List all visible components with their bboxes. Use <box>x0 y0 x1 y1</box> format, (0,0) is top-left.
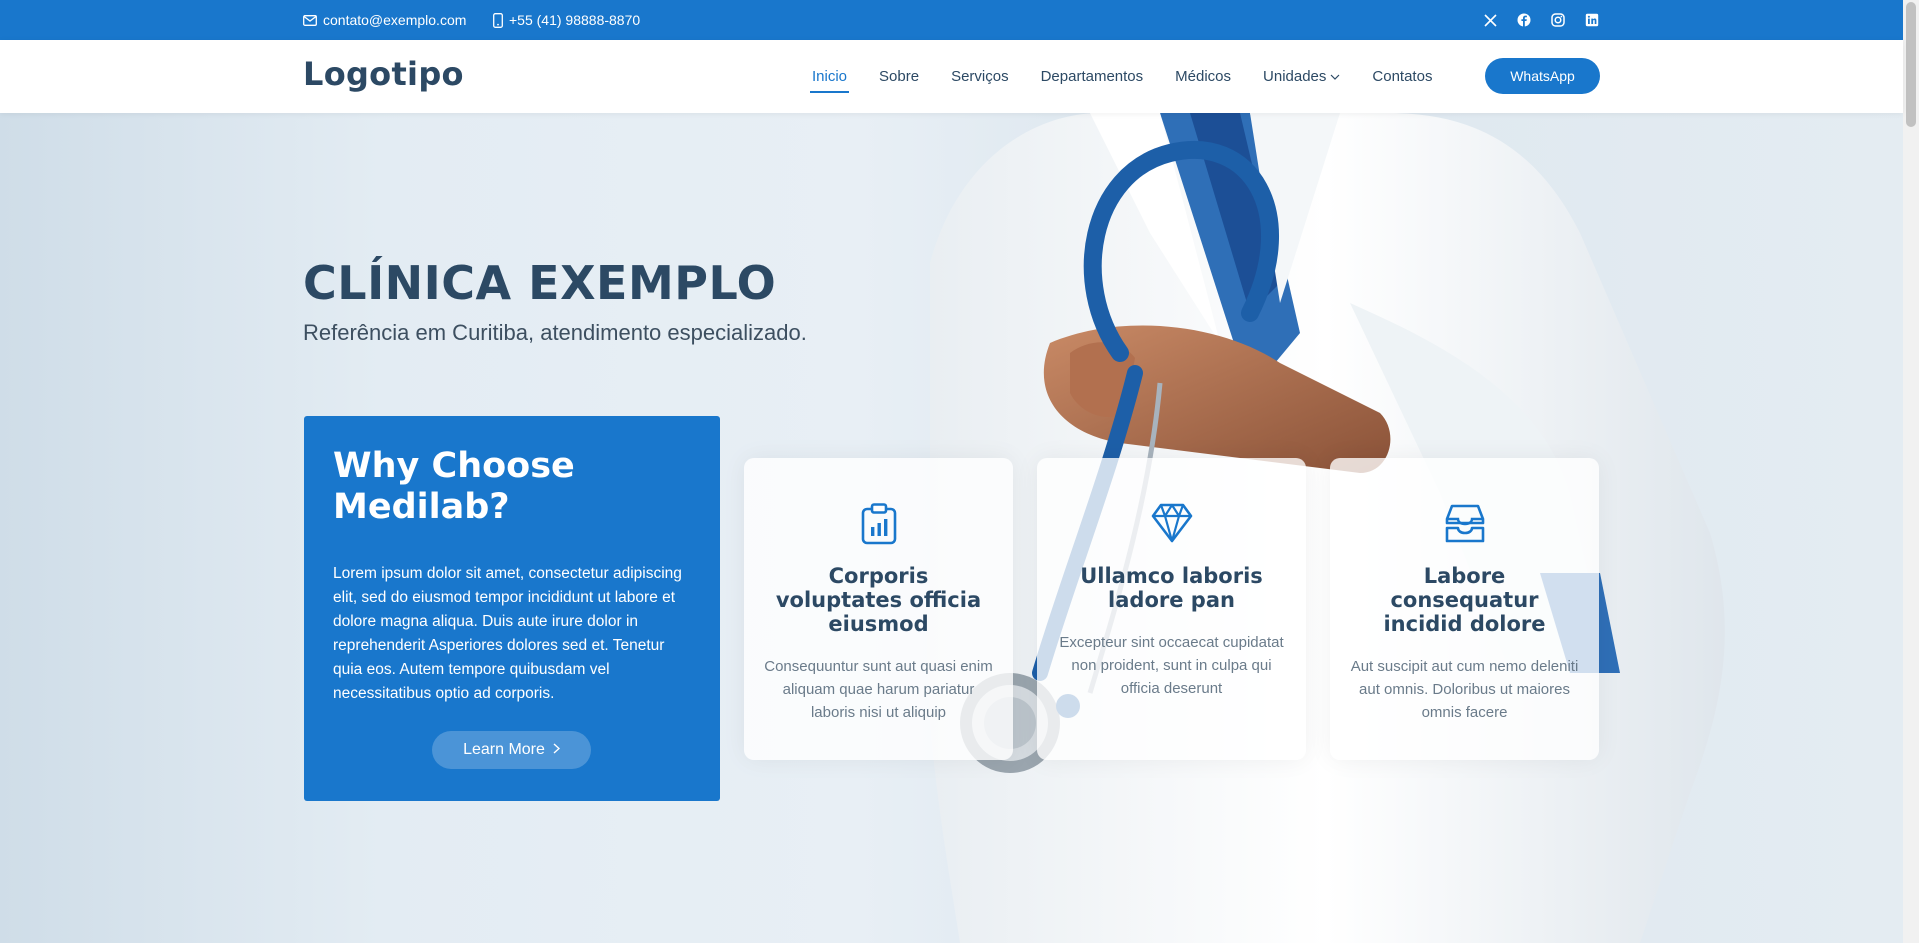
nav-inicio[interactable]: Inicio <box>809 68 850 93</box>
feature-card: Corporis voluptates officia eiusmod Cons… <box>744 458 1013 760</box>
hero-subtitle: Referência em Curitiba, atendimento espe… <box>303 320 807 345</box>
phone-contact[interactable]: +55 (41) 98888-8870 <box>493 0 640 40</box>
hero-title: CLÍNICA EXEMPLO <box>303 256 777 310</box>
phone-text: +55 (41) 98888-8870 <box>509 12 641 28</box>
card-title: Ullamco laboris ladore pan <box>1080 564 1263 612</box>
nav-sobre[interactable]: Sobre <box>879 68 919 85</box>
chevron-right-icon <box>553 741 560 759</box>
clipboard-data-icon <box>861 503 896 545</box>
phone-icon <box>493 12 503 28</box>
card-title: Corporis voluptates officia eiusmod <box>775 564 982 636</box>
page-scrollbar[interactable] <box>1903 0 1919 943</box>
nav-unidades[interactable]: Unidades <box>1263 68 1340 85</box>
why-choose-box: Why Choose Medilab? Lorem ipsum dolor si… <box>304 416 720 801</box>
learn-more-button[interactable]: Learn More <box>432 731 591 769</box>
topbar: contato@exemplo.com +55 (41) 98888-8870 <box>0 0 1903 40</box>
nav-contatos[interactable]: Contatos <box>1372 68 1432 85</box>
card-text: Excepteur sint occaecat cupidatat non pr… <box>1059 634 1284 697</box>
whatsapp-button[interactable]: WhatsApp <box>1485 58 1600 94</box>
header: Logotipo Inicio Sobre Serviços Departame… <box>0 40 1903 113</box>
scrollbar-thumb[interactable] <box>1906 2 1916 127</box>
card-text: Consequuntur sunt aut quasi enim aliquam… <box>764 658 993 721</box>
card-title: Labore consequatur incidid dolore <box>1383 564 1546 636</box>
nav-departamentos[interactable]: Departamentos <box>1041 68 1144 85</box>
logo[interactable]: Logotipo <box>303 55 464 93</box>
x-icon[interactable] <box>1482 12 1498 28</box>
email-text: contato@exemplo.com <box>323 12 467 28</box>
email-contact[interactable]: contato@exemplo.com <box>303 0 466 40</box>
inboxes-icon <box>1445 504 1484 543</box>
envelope-icon <box>303 14 317 26</box>
instagram-icon[interactable] <box>1550 12 1566 28</box>
linkedin-icon[interactable] <box>1584 12 1600 28</box>
nav-servicos[interactable]: Serviços <box>951 68 1009 85</box>
feature-card: Labore consequatur incidid dolore Aut su… <box>1330 458 1599 760</box>
why-choose-title: Why Choose Medilab? <box>333 446 575 527</box>
gem-icon <box>1151 503 1192 543</box>
nav-unidades-label: Unidades <box>1263 68 1327 85</box>
facebook-icon[interactable] <box>1516 12 1532 28</box>
learn-more-label: Learn More <box>463 741 545 758</box>
why-choose-text: Lorem ipsum dolor sit amet, consectetur … <box>333 565 682 702</box>
feature-card: Ullamco laboris ladore pan Excepteur sin… <box>1037 458 1306 760</box>
social-links <box>1482 0 1600 40</box>
main-nav: Inicio Sobre Serviços Departamentos Médi… <box>809 40 1464 113</box>
card-text: Aut suscipit aut cum nemo deleniti aut o… <box>1350 658 1579 721</box>
hero-section: CLÍNICA EXEMPLO Referência em Curitiba, … <box>0 113 1903 943</box>
chevron-down-icon <box>1330 74 1340 80</box>
nav-medicos[interactable]: Médicos <box>1175 68 1231 85</box>
